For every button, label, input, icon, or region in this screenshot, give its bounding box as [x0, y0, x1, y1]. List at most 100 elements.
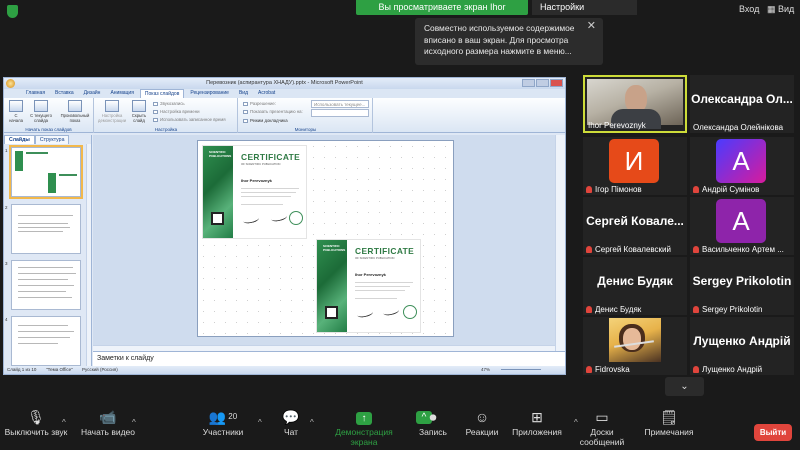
participants-count: 20 [228, 412, 238, 421]
group-start-label: Начать показ слайдов [25, 127, 72, 132]
slide-vertical-scrollbar[interactable] [555, 135, 565, 351]
minimize-icon[interactable] [522, 79, 535, 87]
participant-tile-budyak[interactable]: Денис Будяк Денис Будяк [583, 257, 687, 315]
mute-label: Выключить звук [4, 427, 68, 437]
participant-name: Васильченко Артем ... [702, 245, 784, 254]
participant-tile-ihor[interactable]: Ihor Perevoznyk [583, 75, 687, 133]
microphone-icon: 🎙 ^ [4, 405, 68, 427]
muted-mic-icon [693, 366, 699, 373]
thumb-text-line [18, 267, 73, 268]
thumb-scrollbar[interactable] [86, 144, 91, 368]
record-label: Звукозапись [160, 101, 185, 106]
zoom-slider[interactable] [501, 369, 541, 370]
notes-button[interactable]: 🗒 Примечания [644, 405, 694, 437]
hide-slide-button[interactable]: Скрыть слайд [129, 100, 149, 123]
resolution-dropdown[interactable]: Использовать текущее... [311, 100, 369, 108]
record-button[interactable]: ⏺ Запись [418, 405, 448, 437]
timing-option[interactable]: Настройка времени [153, 109, 200, 114]
participant-name-row: Васильченко Артем ... [693, 245, 784, 254]
office-button-icon[interactable] [6, 79, 15, 88]
show-on-dropdown[interactable] [311, 109, 369, 117]
participant-tile-vasylchenko[interactable]: A Васильченко Артем ... [690, 197, 794, 255]
presenter-view-option[interactable]: Режим докладчика [243, 118, 288, 123]
view-button[interactable]: ▦ Вид [767, 4, 794, 15]
tab-slides[interactable]: Слайды [4, 135, 35, 144]
caret-up-icon[interactable]: ^ [62, 411, 66, 435]
tab-outline[interactable]: Структура [34, 135, 70, 144]
tab-slideshow[interactable]: Показ слайдов [139, 89, 185, 98]
notes-icon: 🗒 [660, 409, 678, 425]
mute-button[interactable]: 🎙 ^ Выключить звук [4, 405, 68, 437]
participant-name: Олександра Олейнікова [693, 123, 784, 132]
slide-thumbnail-3[interactable] [11, 260, 81, 310]
fit-to-screen-notice: Совместно используемое содержимое вписан… [415, 18, 603, 65]
participants-button[interactable]: 👥 20 ^ Участники [200, 405, 262, 437]
apps-button[interactable]: ⊞ ^ Приложения [510, 405, 578, 437]
tab-animation[interactable]: Анимация [106, 89, 137, 98]
participant-name-row: Сергей Ковалевский [586, 245, 671, 254]
tab-home[interactable]: Главная [22, 89, 49, 98]
reactions-button[interactable]: ☺ Реакции [464, 405, 500, 437]
tab-insert[interactable]: Вставка [51, 89, 78, 98]
timing-label: Настройка времени [160, 109, 200, 114]
setup-show-button[interactable]: Настройка демонстрации [98, 100, 126, 123]
security-shield-icon[interactable] [7, 5, 18, 18]
view-options-button[interactable]: Настройки просмотра⌄ [532, 0, 637, 27]
participant-tile-prikolotin[interactable]: Sergey Prikolotin Sergey Prikolotin [690, 257, 794, 315]
participant-name-row: Ігор Пімонов [586, 185, 642, 194]
start-video-button[interactable]: 📹 ^ Начать видео [80, 405, 136, 437]
thumb-text-line [18, 227, 70, 228]
tab-design[interactable]: Дизайн [80, 89, 105, 98]
slide-edit-pane: SCIENTIFIC PUBLICATIONS CERTIFICATE OF S… [93, 135, 555, 345]
caret-up-icon[interactable]: ^ [132, 411, 136, 435]
participant-tile-kovalevsky[interactable]: Сергей Ковале... Сергей Ковалевский [583, 197, 687, 255]
tab-acrobat[interactable]: Acrobat [254, 89, 279, 98]
thumb-text-line [18, 231, 63, 232]
chevron-down-icon[interactable]: ⌄ [665, 377, 704, 396]
stamp-icon [403, 305, 417, 319]
cert-text-line [241, 192, 296, 193]
slide-thumbnail-1[interactable] [9, 145, 83, 199]
thumb-number: 2 [5, 205, 8, 210]
use-timing-option[interactable]: Использовать записанное время [153, 117, 226, 122]
whiteboards-button[interactable]: ▭ Доски сообщений [568, 405, 636, 447]
tab-review[interactable]: Рецензирование [186, 89, 233, 98]
ribbon-group-monitors: Разрешение: Использовать текущее... Пока… [239, 98, 373, 133]
muted-mic-icon [693, 306, 699, 313]
participant-tile-oleinikova[interactable]: Олександра Ол... Олександра Олейнікова [690, 75, 794, 133]
signature-icon [270, 212, 288, 223]
resolution-option: Разрешение: [243, 101, 276, 106]
thumb-cert-title [26, 152, 48, 154]
record-option[interactable]: Звукозапись [153, 101, 185, 106]
from-start-button[interactable]: С начала [7, 100, 25, 123]
from-current-button[interactable]: С текущего слайда [28, 100, 54, 123]
thumb-number: 3 [5, 261, 8, 266]
share-screen-button[interactable]: ↑ ^ Демонстрация экрана [322, 405, 432, 447]
close-window-icon[interactable] [550, 79, 563, 87]
cert-logo: SCIENTIFIC PUBLICATIONS [323, 244, 346, 252]
participant-tile-lushchenko[interactable]: Лущенко Андрій Лущенко Андрій [690, 317, 794, 375]
zoom-level[interactable]: 47% [481, 366, 490, 374]
slide-thumbnail-4[interactable] [11, 316, 81, 366]
chat-button[interactable]: 💬 ^ Чат [278, 405, 313, 437]
thumb-cert-band [15, 151, 23, 171]
tab-view[interactable]: Вид [235, 89, 252, 98]
show-on-option: Показать презентацию на: [243, 109, 303, 114]
close-icon[interactable]: ✕ [587, 20, 596, 33]
caret-up-icon[interactable]: ^ [310, 411, 314, 435]
participant-tile-pimonov[interactable]: И Ігор Пімонов [583, 137, 687, 195]
use-timing-label: Использовать записанное время [160, 117, 226, 122]
enter-label[interactable]: Вход [739, 4, 759, 14]
cert-name: Ihor Perevoznyk [355, 272, 386, 277]
maximize-icon[interactable] [536, 79, 549, 87]
cert-title: CERTIFICATE [355, 246, 415, 256]
current-slide[interactable]: SCIENTIFIC PUBLICATIONS CERTIFICATE OF S… [197, 140, 454, 337]
leave-button[interactable]: Выйти [754, 424, 792, 441]
slide-thumbnail-2[interactable] [11, 204, 81, 254]
caret-up-icon[interactable]: ^ [258, 411, 262, 435]
top-bar: Вы просматриваете экран Ihor Perevoznyk … [0, 0, 800, 27]
participant-display-name: Лущенко Андрій [693, 334, 791, 348]
custom-show-button[interactable]: Произвольный показ [60, 100, 90, 123]
participant-tile-fidrovska[interactable]: Fidrovska [583, 317, 687, 375]
participant-tile-suminov[interactable]: A Андрій Сумінов [690, 137, 794, 195]
